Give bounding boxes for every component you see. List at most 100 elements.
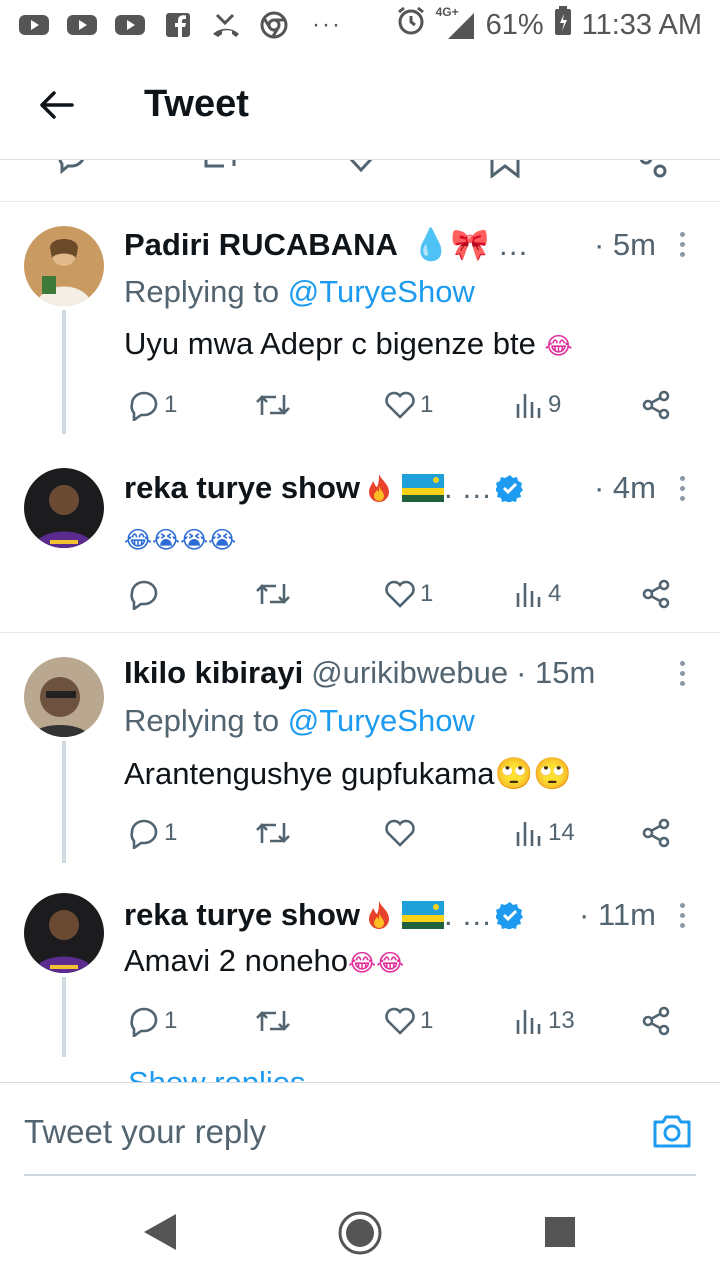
retweet-icon	[256, 823, 290, 843]
reply-count: 1	[164, 1007, 178, 1034]
camera-icon	[653, 1115, 691, 1148]
youtube-icon	[18, 11, 50, 39]
tweet-actions: 1 14	[124, 813, 684, 853]
more-options-icon[interactable]	[678, 661, 686, 686]
reply-button[interactable]: 1	[128, 385, 177, 425]
top-app-bar: Tweet	[0, 50, 720, 160]
show-replies-link[interactable]: Show replies	[128, 1065, 305, 1082]
like-icon	[385, 819, 415, 847]
tweet[interactable]: reka turye show . … · 11m Amavi 2 noneho…	[0, 863, 720, 1082]
bookmark-icon[interactable]	[488, 160, 522, 178]
clock: 11:33 AM	[581, 8, 702, 41]
tweet-emoji: 🙄🙄	[494, 756, 572, 791]
avatar[interactable]	[24, 657, 104, 737]
tweet-time: · 4m	[594, 470, 656, 505]
previous-tweet-actions	[0, 160, 720, 202]
share-icon	[642, 818, 670, 848]
more-options-icon[interactable]	[678, 476, 686, 501]
mention-link[interactable]: @TuryeShow	[288, 274, 475, 309]
avatar[interactable]	[24, 226, 104, 306]
share-button[interactable]	[640, 1001, 672, 1041]
author-name[interactable]: reka turye show	[124, 897, 360, 933]
youtube-icon	[66, 11, 98, 39]
tweet-time: · 5m	[594, 226, 656, 262]
author-name[interactable]: Padiri RUCABANA	[124, 227, 398, 263]
share-button[interactable]	[640, 574, 672, 614]
reply-icon[interactable]	[56, 160, 88, 174]
like-count: 1	[420, 580, 434, 607]
reply-icon	[130, 391, 158, 421]
like-button[interactable]	[384, 813, 420, 853]
system-navigation-bar	[0, 1176, 720, 1280]
overflow-indicator: ···	[312, 11, 342, 38]
tweet-text: Arantengushye gupfukama🙄🙄	[124, 756, 572, 791]
camera-button[interactable]	[652, 1113, 692, 1149]
tweet-text: 😂😭😭😭	[124, 520, 236, 556]
nav-back-button[interactable]	[142, 1212, 178, 1257]
reply-button[interactable]: 1	[128, 813, 177, 853]
like-count: 1	[420, 391, 434, 418]
retweet-icon	[256, 1011, 290, 1031]
triangle-back-icon	[144, 1214, 176, 1250]
more-options-icon[interactable]	[678, 903, 686, 928]
rwanda-flag-icon	[402, 474, 445, 502]
author-decor: 💧🎀 …	[411, 227, 529, 262]
views-button[interactable]: 14	[514, 813, 575, 853]
author-handle[interactable]: @urikibwebue	[311, 655, 508, 691]
author-name[interactable]: reka turye show	[124, 470, 360, 506]
share-button[interactable]	[640, 385, 672, 425]
reply-count: 1	[164, 819, 178, 846]
reply-composer: Tweet your reply	[0, 1082, 720, 1176]
retweet-button[interactable]	[254, 813, 296, 853]
view-count: 9	[548, 391, 562, 418]
nav-recents-button[interactable]	[544, 1216, 576, 1253]
like-button[interactable]: 1	[384, 1001, 433, 1041]
signal-icon: 4G+	[436, 5, 476, 41]
retweet-icon[interactable]	[198, 160, 242, 174]
reply-count: 1	[164, 391, 178, 418]
like-button[interactable]: 1	[384, 385, 433, 425]
views-button[interactable]: 9	[514, 385, 561, 425]
retweet-button[interactable]	[254, 574, 296, 614]
tweet[interactable]: reka turye show . … · 4m 😂😭😭😭 1 4	[0, 434, 720, 632]
retweet-button[interactable]	[254, 1001, 296, 1041]
square-recents-icon	[545, 1217, 575, 1247]
tweet-actions: 1 1 9	[124, 385, 684, 425]
share-icon	[642, 579, 670, 609]
tweet-emoji: 😂😭😭😭	[124, 527, 237, 554]
tweet[interactable]: Padiri RUCABANA 💧🎀 … · 5m Replying to @T…	[0, 202, 720, 434]
reply-icon	[130, 819, 158, 849]
youtube-icon	[114, 11, 146, 39]
retweet-button[interactable]	[254, 385, 296, 425]
like-icon[interactable]	[344, 160, 378, 174]
facebook-icon	[162, 11, 194, 39]
reply-button[interactable]	[128, 574, 164, 614]
tweet-text: Uyu mwa Adepr c bigenze bte 😂	[124, 326, 573, 361]
page-title: Tweet	[144, 83, 249, 125]
author-decor: . …	[444, 470, 493, 505]
share-button[interactable]	[640, 813, 672, 853]
author-name[interactable]: Ikilo kibirayi	[124, 655, 303, 691]
mention-link[interactable]: @TuryeShow	[288, 703, 475, 738]
back-button[interactable]	[26, 75, 86, 135]
view-count: 4	[548, 580, 562, 607]
like-button[interactable]: 1	[384, 574, 433, 614]
avatar[interactable]	[24, 893, 104, 973]
battery-icon	[554, 6, 572, 44]
avatar[interactable]	[24, 468, 104, 548]
reply-button[interactable]: 1	[128, 1001, 177, 1041]
share-icon[interactable]	[636, 160, 670, 178]
like-icon	[385, 391, 415, 419]
share-icon	[642, 390, 670, 420]
reply-icon	[130, 1007, 158, 1037]
replies-feed: Padiri RUCABANA 💧🎀 … · 5m Replying to @T…	[0, 202, 720, 1082]
tweet[interactable]: Ikilo kibirayi @urikibwebue · 15m Replyi…	[0, 633, 720, 863]
views-icon	[516, 583, 541, 607]
more-options-icon[interactable]	[678, 232, 686, 257]
reply-input[interactable]: Tweet your reply	[24, 1113, 266, 1151]
views-button[interactable]: 13	[514, 1001, 575, 1041]
views-button[interactable]: 4	[514, 574, 561, 614]
nav-home-button[interactable]	[337, 1210, 383, 1261]
reply-icon	[130, 580, 158, 610]
tweet-actions: 1 4	[124, 574, 684, 614]
